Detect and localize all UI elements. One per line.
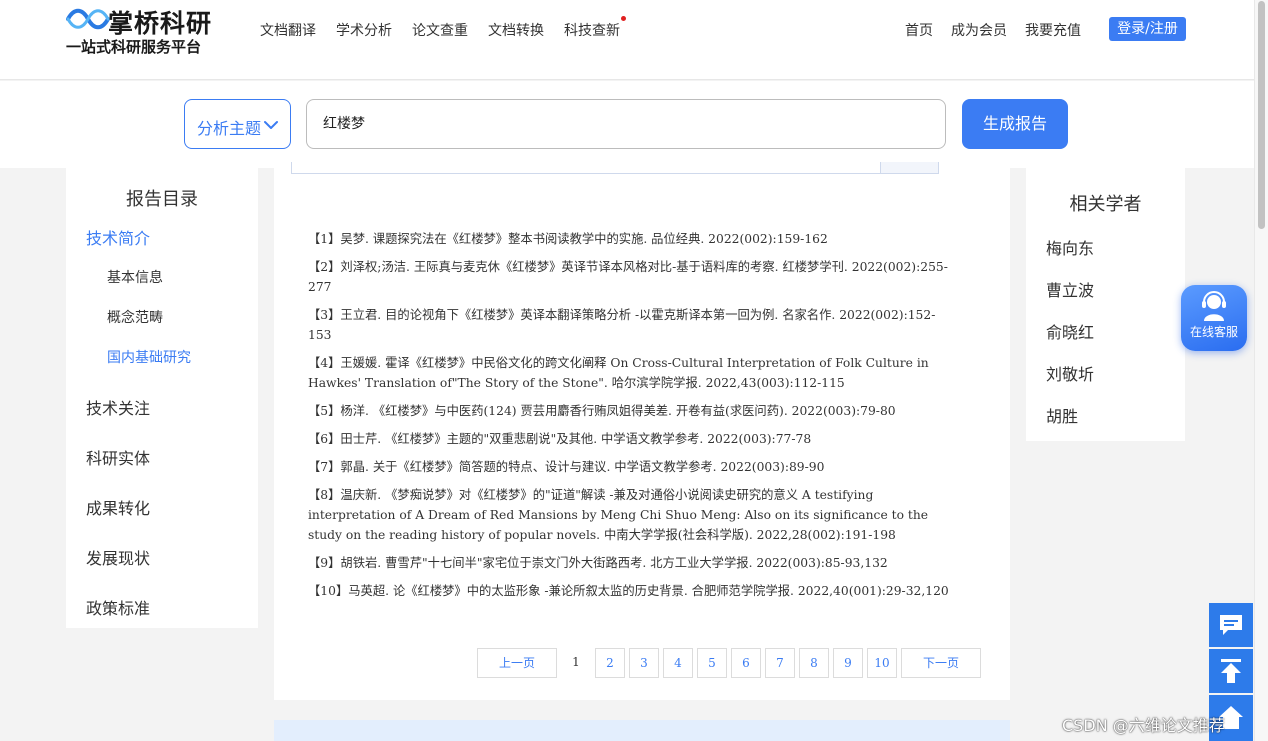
toc-item-tech-intro[interactable]: 技术简介	[86, 225, 150, 249]
related-scholars-panel: 相关学者 梅向东 曹立波 俞晓红 刘敬圻 胡胜	[1026, 168, 1185, 441]
nav-novelty-search[interactable]: 科技查新	[564, 20, 620, 40]
nav-doc-convert[interactable]: 文档转换	[488, 20, 544, 40]
generate-report-button[interactable]: 生成报告	[962, 99, 1068, 149]
reference-item[interactable]: 【2】刘泽权;汤洁. 王际真与麦克休《红楼梦》英译节译本风格对比-基于语料库的考…	[308, 257, 956, 297]
brand-name: 掌桥科研	[108, 9, 213, 38]
reference-item[interactable]: 【9】胡铁岩. 曹雪芹"十七间半"家宅位于崇文门外大街路西考. 北方工业大学学报…	[308, 553, 956, 573]
page-button[interactable]: 4	[663, 648, 693, 678]
report-toc: 报告目录 技术简介 基本信息 概念范畴 国内基础研究 技术关注 科研实体 成果转…	[66, 168, 258, 628]
reference-item[interactable]: 【4】王媛媛. 霍译《红楼梦》中民俗文化的跨文化阐释 On Cross-Cult…	[308, 353, 956, 393]
page-button[interactable]: 7	[765, 648, 795, 678]
toc-item-research-entities[interactable]: 科研实体	[86, 445, 150, 469]
reference-item[interactable]: 【8】温庆新. 《梦痴说梦》对《红楼梦》的"证道"解读 -兼及对通俗小说阅读史研…	[308, 485, 956, 545]
toc-item-basic-info[interactable]: 基本信息	[107, 267, 163, 287]
logo-wave-icon	[66, 8, 110, 30]
scrollbar-thumb[interactable]	[1258, 1, 1265, 229]
toc-item-tech-focus[interactable]: 技术关注	[86, 395, 150, 419]
chart-frame-tab	[880, 162, 938, 173]
toc-item-development-status[interactable]: 发展现状	[86, 545, 150, 569]
page-button[interactable]: 8	[799, 648, 829, 678]
reference-item[interactable]: 【5】杨洋. 《红楼梦》与中医药(124) 贾芸用麝香行贿凤姐得美差. 开卷有益…	[308, 401, 956, 421]
search-input[interactable]: 红楼梦	[306, 99, 946, 149]
page-button[interactable]: 6	[731, 648, 761, 678]
back-to-top-button[interactable]	[1209, 649, 1253, 693]
next-section-header	[274, 720, 1010, 741]
current-page: 1	[565, 648, 587, 678]
page-button[interactable]: 5	[697, 648, 727, 678]
reference-item[interactable]: 【3】王立君. 目的论视角下《红楼梦》英译本翻译策略分析 -以霍克斯译本第一回为…	[308, 305, 956, 345]
csdn-watermark: CSDN @六维论文推荐	[1062, 716, 1225, 735]
toc-title: 报告目录	[126, 189, 198, 210]
reference-item[interactable]: 【10】马英超. 论《红楼梦》中的太监形象 -兼论所叙太监的历史背景. 合肥师范…	[308, 581, 956, 601]
nav-plagiarism-check[interactable]: 论文查重	[412, 20, 468, 40]
scholar-link[interactable]: 曹立波	[1046, 277, 1094, 301]
new-badge-dot	[621, 16, 626, 21]
topic-dropdown[interactable]: 分析主题	[184, 99, 291, 149]
next-page-button[interactable]: 下一页	[901, 648, 981, 678]
reference-item[interactable]: 【6】田士芹. 《红楼梦》主题的"双重悲剧说"及其他. 中学语文教学参考. 20…	[308, 429, 956, 449]
scholar-link[interactable]: 梅向东	[1046, 235, 1094, 259]
reference-item[interactable]: 【7】郭晶. 关于《红楼梦》简答题的特点、设计与建议. 中学语文教学参考. 20…	[308, 457, 956, 477]
page-button[interactable]: 9	[833, 648, 863, 678]
nav-doc-translate[interactable]: 文档翻译	[260, 20, 316, 40]
chart-frame-partial	[291, 162, 939, 174]
nav-home[interactable]: 首页	[905, 20, 933, 40]
prev-page-button[interactable]: 上一页	[477, 648, 557, 678]
nav-recharge[interactable]: 我要充值	[1025, 20, 1081, 40]
reference-list-panel: 【1】吴梦. 课题探究法在《红楼梦》整本书阅读教学中的实施. 品位经典. 202…	[274, 162, 1010, 700]
nav-academic-analysis[interactable]: 学术分析	[336, 20, 392, 40]
nav-membership[interactable]: 成为会员	[951, 20, 1007, 40]
customer-service-icon	[1202, 291, 1226, 321]
reference-item[interactable]: 【1】吴梦. 课题探究法在《红楼梦》整本书阅读教学中的实施. 品位经典. 202…	[308, 229, 956, 249]
page-button[interactable]: 3	[629, 648, 659, 678]
brand-logo[interactable]: 掌桥科研 一站式科研服务平台	[66, 4, 226, 58]
top-navbar: 掌桥科研 一站式科研服务平台 文档翻译 学术分析 论文查重 文档转换 科技查新 …	[0, 0, 1254, 80]
message-icon	[1220, 615, 1242, 635]
login-register-button[interactable]: 登录/注册	[1109, 17, 1186, 41]
toc-item-domestic-research[interactable]: 国内基础研究	[107, 347, 191, 367]
toc-item-concept-scope[interactable]: 概念范畴	[107, 307, 163, 327]
scholar-link[interactable]: 俞晓红	[1046, 319, 1094, 343]
page-scrollbar[interactable]	[1254, 0, 1268, 741]
online-service-button[interactable]: 在线客服	[1181, 285, 1247, 351]
toc-item-achievement-transfer[interactable]: 成果转化	[86, 495, 150, 519]
feedback-button[interactable]	[1209, 603, 1253, 647]
topic-dropdown-label: 分析主题	[197, 119, 262, 138]
page-button[interactable]: 10	[867, 648, 897, 678]
search-bar: 分析主题 红楼梦 生成报告	[0, 81, 1254, 168]
online-service-label: 在线客服	[1189, 325, 1238, 339]
scholar-link[interactable]: 刘敬圻	[1046, 361, 1094, 385]
page-button[interactable]: 2	[595, 648, 625, 678]
brand-slogan: 一站式科研服务平台	[66, 38, 202, 56]
arrow-up-icon	[1221, 659, 1241, 683]
scholars-title: 相关学者	[1069, 194, 1142, 215]
toc-item-policy-standards[interactable]: 政策标准	[86, 595, 150, 619]
scholar-link[interactable]: 胡胜	[1046, 403, 1078, 427]
chevron-down-icon	[264, 121, 278, 129]
